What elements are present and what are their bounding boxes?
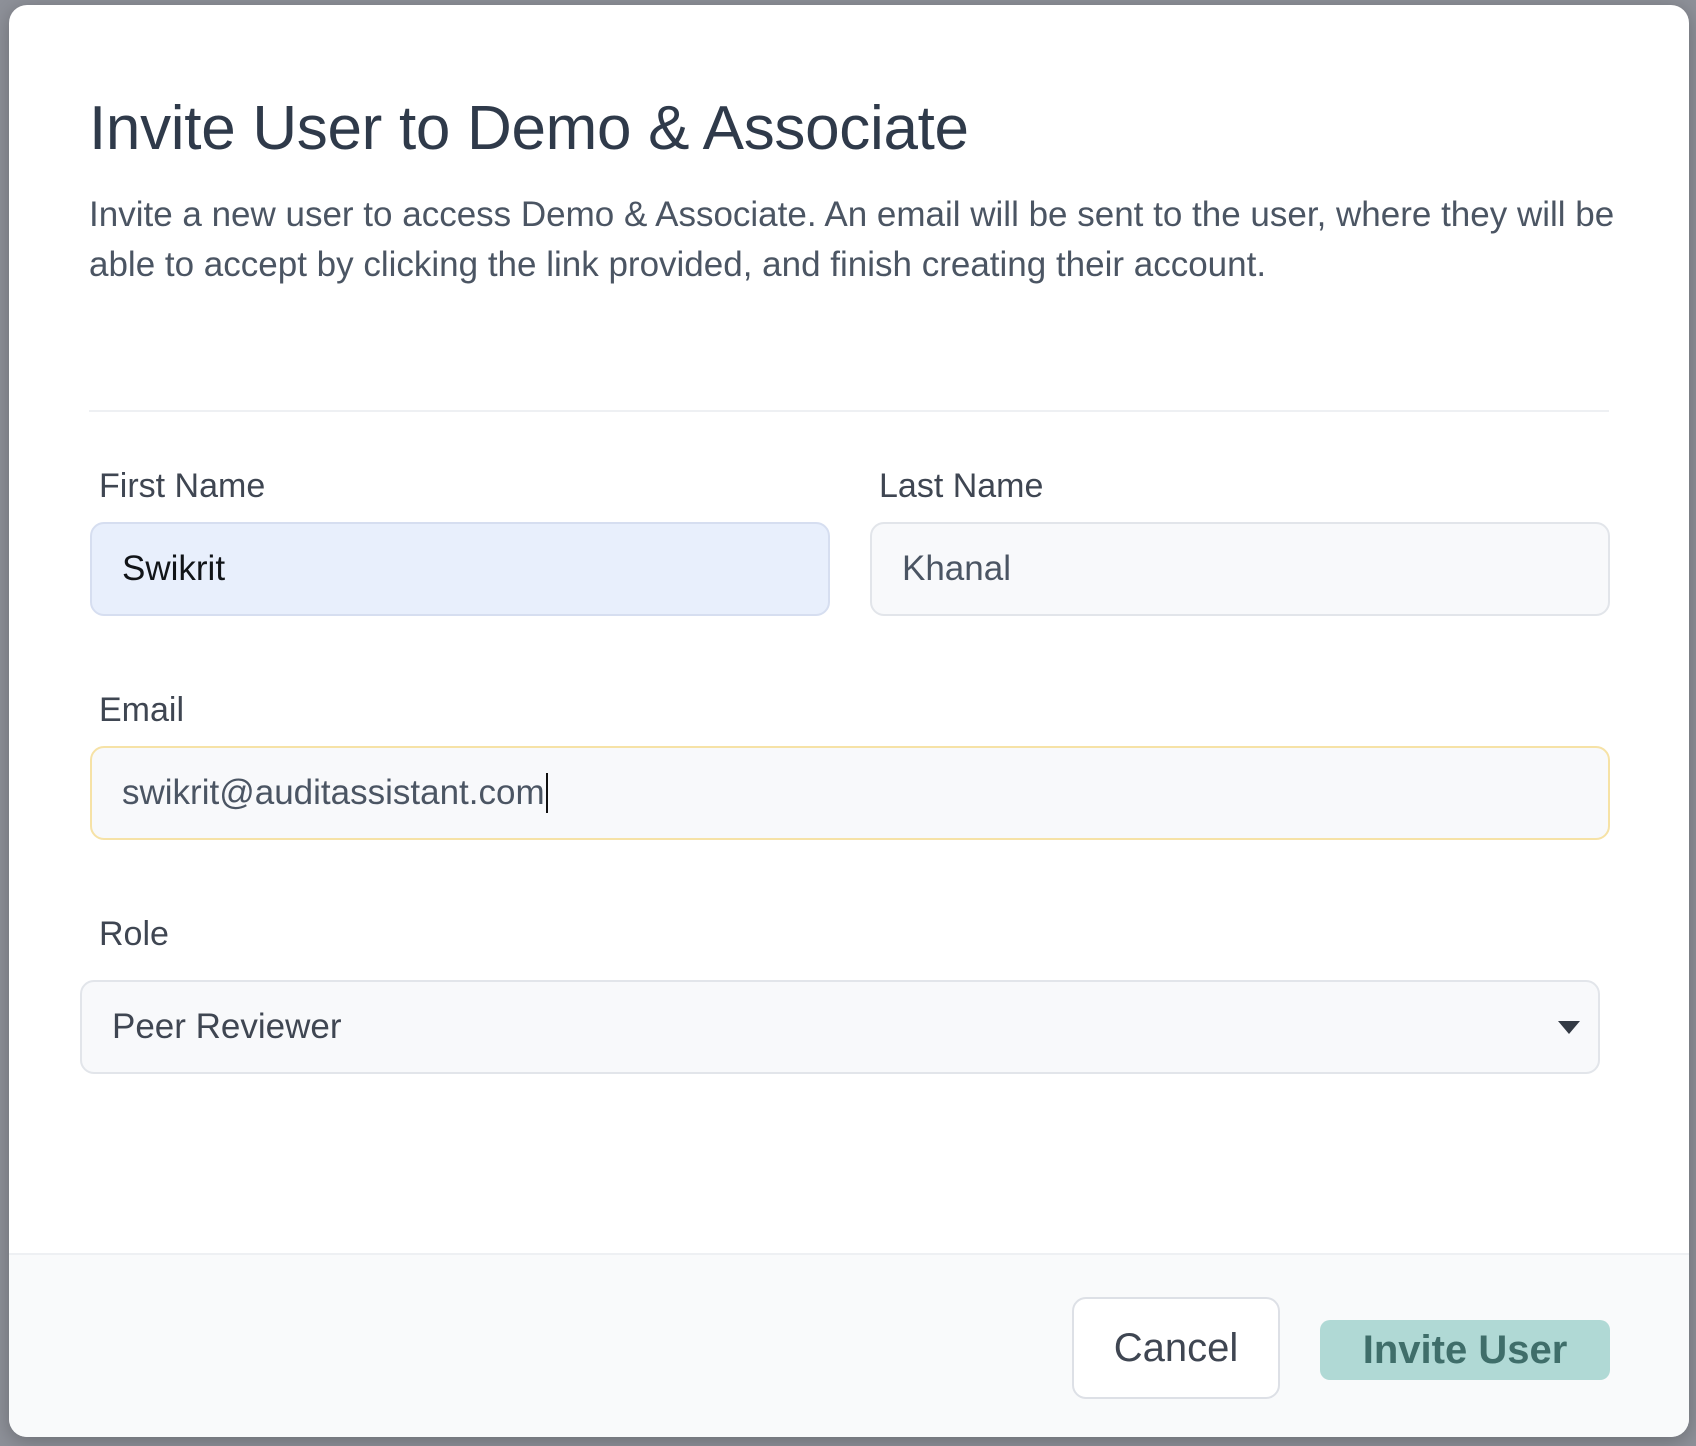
role-selected-value: Peer Reviewer: [112, 1007, 342, 1046]
role-select[interactable]: Peer Reviewer: [80, 980, 1600, 1074]
last-name-label: Last Name: [879, 467, 1044, 505]
role-label: Role: [99, 915, 169, 953]
invite-user-dialog: Invite User to Demo & Associate Invite a…: [9, 5, 1689, 1437]
email-value: swikrit@auditassistant.com: [122, 773, 545, 812]
dialog-description: Invite a new user to access Demo & Assoc…: [89, 195, 1615, 284]
divider: [89, 410, 1609, 412]
chevron-down-icon[interactable]: [1558, 1021, 1580, 1034]
first-name-value: Swikrit: [122, 549, 226, 588]
dialog-title: Invite User to Demo & Associate: [89, 94, 969, 163]
email-field[interactable]: swikrit@auditassistant.com: [90, 746, 1610, 840]
first-name-label: First Name: [99, 467, 266, 505]
invite-user-button[interactable]: Invite User: [1320, 1320, 1610, 1380]
last-name-field[interactable]: Khanal: [870, 522, 1610, 616]
cancel-button[interactable]: Cancel: [1072, 1297, 1280, 1399]
text-caret: [545, 773, 548, 813]
first-name-field[interactable]: Swikrit: [90, 522, 830, 616]
email-label: Email: [99, 691, 185, 729]
dialog-footer: Cancel Invite User: [9, 1253, 1689, 1437]
last-name-value: Khanal: [902, 549, 1011, 588]
